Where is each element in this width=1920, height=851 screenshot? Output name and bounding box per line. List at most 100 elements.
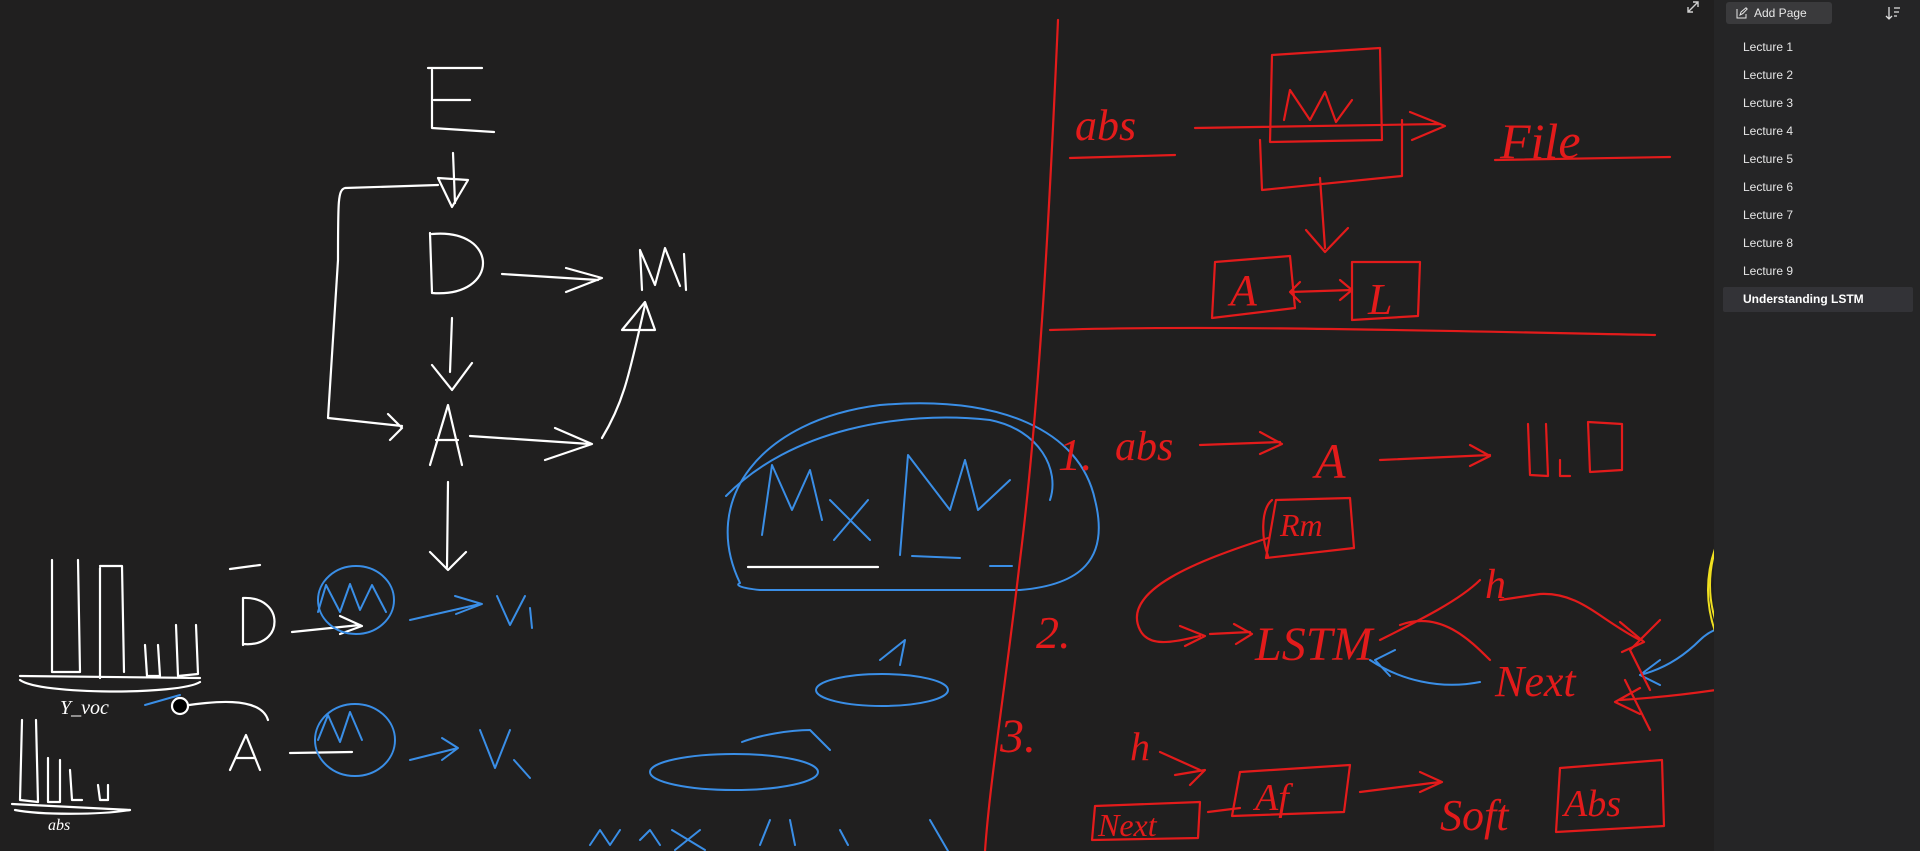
sort-icon[interactable] bbox=[1880, 2, 1906, 24]
letter-A-stroke bbox=[428, 403, 464, 467]
arrow-to-a2 bbox=[180, 700, 354, 755]
arrow-d-a bbox=[430, 316, 474, 392]
red-arrow-14o bbox=[1613, 686, 1714, 716]
pages-sidebar: Add Page Lecture 1 Lecture 2 Lecture 3 L… bbox=[1714, 0, 1920, 851]
red-box-d bbox=[1526, 420, 1624, 478]
text-abs-small: abs bbox=[48, 817, 70, 834]
red-arrow-lstm-next bbox=[1378, 578, 1492, 662]
red-loop-lstm bbox=[1135, 536, 1270, 648]
add-page-label: Add Page bbox=[1754, 6, 1807, 20]
letter-M-stroke bbox=[638, 246, 688, 292]
text-y-voc: Y_voc bbox=[60, 697, 109, 719]
red-text-num2: 2. bbox=[1036, 607, 1071, 658]
red-line-arrow bbox=[1206, 806, 1242, 814]
red-text-abs3: Abs bbox=[1561, 783, 1621, 825]
red-arrow-af-soft bbox=[1358, 770, 1444, 794]
arrow-a-right bbox=[468, 426, 594, 462]
arrow-d-v bbox=[290, 614, 364, 636]
red-text-next2: Next bbox=[1097, 807, 1158, 843]
page-item-lecture-9[interactable]: Lecture 9 bbox=[1723, 259, 1913, 284]
red-text-abs: abs bbox=[1075, 101, 1136, 150]
blue-paren bbox=[759, 819, 949, 851]
blue-arrow-14o bbox=[1639, 629, 1714, 686]
red-text-file: File bbox=[1499, 113, 1581, 169]
red-arrow-down bbox=[1304, 176, 1350, 254]
page-item-understanding-lstm[interactable]: Understanding LSTM bbox=[1723, 287, 1913, 312]
red-text-lstm: LSTM bbox=[1254, 618, 1375, 671]
blue-cloud bbox=[726, 402, 1100, 591]
drawing-canvas[interactable]: Y_voc abs abs File A L 1. abs A Rm 2. LS… bbox=[0, 0, 1714, 851]
white-ink bbox=[10, 66, 880, 815]
letter-D-stroke bbox=[428, 231, 484, 295]
page-item-lecture-6[interactable]: Lecture 6 bbox=[1723, 175, 1913, 200]
bracket-y bbox=[18, 678, 202, 693]
red-text-a: A bbox=[1227, 266, 1258, 315]
blue-v1 bbox=[496, 595, 533, 629]
page-item-lecture-5[interactable]: Lecture 5 bbox=[1723, 147, 1913, 172]
red-text-abs2: abs bbox=[1115, 424, 1173, 470]
red-text-l: L bbox=[1367, 275, 1392, 324]
edit-icon bbox=[1736, 7, 1748, 19]
red-text-soft: Soft bbox=[1440, 791, 1510, 840]
blue-underlines bbox=[911, 555, 1013, 567]
arrow-e-d bbox=[436, 151, 470, 209]
small-D bbox=[241, 596, 276, 647]
page-item-lecture-3[interactable]: Lecture 3 bbox=[1723, 91, 1913, 116]
red-arrow-h bbox=[1158, 750, 1207, 787]
arrow-a-m bbox=[600, 300, 657, 440]
arrow-a-down bbox=[428, 480, 468, 572]
blue-cloud-inner bbox=[725, 416, 1054, 501]
blue-ink bbox=[144, 402, 1714, 851]
red-box-m bbox=[1258, 46, 1404, 192]
letter-A2 bbox=[228, 733, 262, 772]
red-text-num3: 3. bbox=[999, 710, 1036, 763]
blue-ellipse-2 bbox=[649, 753, 819, 791]
red-arrow-left-next bbox=[1623, 618, 1662, 732]
blue-v2 bbox=[479, 729, 531, 779]
blue-arrow1 bbox=[409, 595, 483, 621]
letter-E-stroke bbox=[426, 66, 496, 134]
page-item-lecture-7[interactable]: Lecture 7 bbox=[1723, 203, 1913, 228]
blue-scribble1 bbox=[317, 583, 387, 613]
red-text-rm: Rm bbox=[1279, 507, 1323, 543]
page-item-lecture-2[interactable]: Lecture 2 bbox=[1723, 63, 1913, 88]
underline-1 bbox=[228, 563, 262, 571]
red-text-h: h bbox=[1485, 562, 1506, 608]
circle-mark bbox=[170, 696, 190, 716]
red-divider-horizontal bbox=[1048, 326, 1657, 337]
red-text-h2: h bbox=[1130, 724, 1150, 769]
red-arrow-1b bbox=[1378, 443, 1492, 468]
loop-arrow bbox=[326, 183, 440, 442]
page-item-lecture-4[interactable]: Lecture 4 bbox=[1723, 119, 1913, 144]
blue-m-big bbox=[899, 454, 1011, 556]
red-arrow-lstm bbox=[1208, 622, 1254, 646]
page-item-lecture-1[interactable]: Lecture 1 bbox=[1723, 35, 1913, 60]
blue-circle-mn2 bbox=[314, 703, 396, 777]
red-m-letter bbox=[1282, 88, 1354, 124]
ink-layer: Y_voc abs abs File A L 1. abs A Rm 2. LS… bbox=[10, 18, 1714, 851]
red-arrow-1a bbox=[1198, 430, 1284, 456]
blue-arrow2 bbox=[409, 737, 459, 761]
blue-ellipse-1 bbox=[815, 673, 949, 707]
red-arrow-next-right bbox=[1498, 592, 1646, 654]
red-text-num1: 1. bbox=[1058, 429, 1093, 480]
blue-max2 bbox=[589, 829, 706, 851]
bars-top bbox=[18, 558, 202, 680]
red-text-next: Next bbox=[1494, 657, 1577, 706]
red-text-a2: A bbox=[1312, 433, 1346, 489]
red-arrow-abs-m bbox=[1193, 110, 1447, 142]
page-item-lecture-8[interactable]: Lecture 8 bbox=[1723, 231, 1913, 256]
red-underline-abs bbox=[1068, 153, 1177, 160]
blue-scribble3 bbox=[741, 639, 906, 751]
page-list: Lecture 1 Lecture 2 Lecture 3 Lecture 4 … bbox=[1723, 35, 1913, 315]
red-box-af bbox=[1230, 763, 1352, 818]
red-double-arrow bbox=[1288, 278, 1354, 304]
blue-arrow-next bbox=[1369, 649, 1481, 686]
arrow-d-m bbox=[500, 266, 604, 294]
blue-max-letters bbox=[761, 464, 871, 541]
bracket-abs bbox=[13, 808, 132, 815]
add-page-button[interactable]: Add Page bbox=[1726, 2, 1832, 24]
expand-icon[interactable] bbox=[1686, 0, 1710, 22]
red-text-af: Af bbox=[1252, 777, 1293, 819]
bars-bottom bbox=[10, 718, 132, 812]
